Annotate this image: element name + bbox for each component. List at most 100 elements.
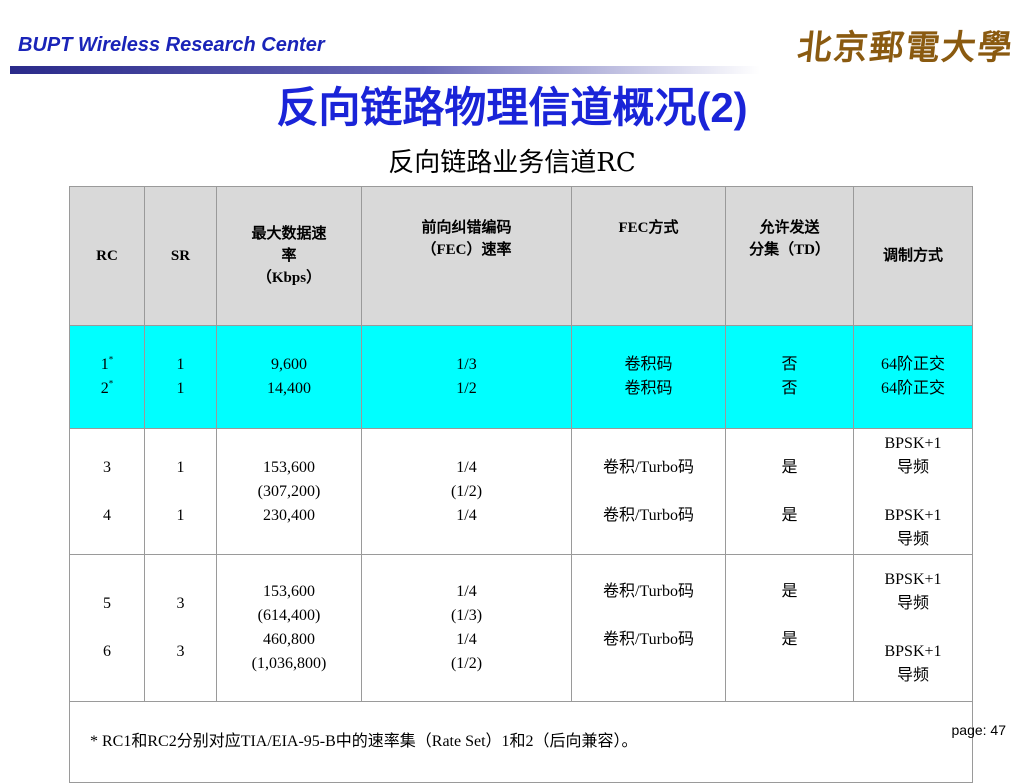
- rate-value: (614,400): [257, 607, 321, 624]
- fec-type-value: 卷积/Turbo码: [603, 631, 694, 648]
- rate-value: 14,400: [267, 380, 311, 397]
- fec-rate-value: 1/3: [456, 356, 477, 373]
- td-value: 是: [781, 506, 798, 524]
- cell-fec-rate: 1/4 (1/2) 1/4: [361, 428, 572, 555]
- rc-value: 2*: [100, 378, 114, 397]
- rc-value: 5: [103, 595, 111, 612]
- page-title-suffix: (2): [696, 84, 748, 131]
- header-tx-diversity: 允许发送 分集（TD）: [725, 186, 854, 326]
- header-fec-rate: 前向纠错编码 （FEC）速率: [361, 186, 572, 326]
- rate-value: 9,600: [271, 356, 307, 373]
- sr-value: 3: [176, 595, 185, 612]
- fec-rate-value: (1/2): [450, 655, 483, 672]
- university-logo: 北京郵電大學: [795, 28, 1016, 68]
- fec-rate-value: 1/4: [456, 631, 477, 648]
- cell-modulation: BPSK+1 导频 BPSK+1 导频: [853, 428, 973, 555]
- header-fec-rate-line1: 前向纠错编码: [421, 220, 512, 236]
- rate-value: 153,600: [263, 458, 315, 476]
- cell-fec-type: 卷积/Turbo码 卷积/Turbo码: [571, 554, 726, 702]
- header-modulation: 调制方式: [853, 186, 973, 326]
- cell-fec-rate: 1/4 (1/3) 1/4 (1/2): [361, 554, 572, 702]
- fec-rate-value: (1/3): [450, 607, 483, 624]
- cell-rc: 5 6: [69, 554, 145, 702]
- rate-value: 230,400: [263, 506, 315, 524]
- header-td-line1: 允许发送: [759, 220, 820, 236]
- modulation-value: BPSK+1: [884, 434, 942, 452]
- rc-value: 3: [103, 458, 111, 476]
- rate-value: 153,600: [263, 583, 315, 600]
- sr-value: 1: [176, 506, 185, 524]
- header-fec-type: FEC方式: [571, 186, 726, 326]
- cell-fec-type: 卷积码 卷积码: [571, 325, 726, 429]
- cell-td: 否 否: [725, 325, 854, 429]
- rc-value: 6: [103, 643, 111, 660]
- table-caption: 反向链路业务信道RC: [388, 148, 636, 178]
- header-max-rate-line2: 率: [281, 248, 297, 264]
- fec-rate-value: 1/4: [456, 506, 477, 524]
- fec-rate-value: 1/4: [456, 583, 477, 600]
- cell-td: 是 是: [725, 428, 854, 555]
- table-row-rc5-rc6: 5 6 3 3 153,600 (614,400) 460,800 (1,036…: [69, 554, 973, 702]
- modulation-value: 导频: [896, 595, 929, 612]
- td-value: 否: [781, 380, 798, 397]
- cell-modulation: 64阶正交 64阶正交: [853, 325, 973, 429]
- header-max-rate-line1: 最大数据速: [251, 226, 327, 242]
- fec-type-value: 卷积码: [624, 380, 673, 397]
- cell-rate: 153,600 (614,400) 460,800 (1,036,800): [216, 554, 362, 702]
- header-divider: [10, 66, 760, 74]
- td-value: 是: [781, 458, 798, 476]
- sr-value: 3: [176, 643, 185, 660]
- modulation-value: BPSK+1: [884, 643, 942, 660]
- rate-value: (307,200): [257, 482, 321, 500]
- sr-value: 1: [176, 458, 185, 476]
- table-row-rc3-rc4: 3 4 1 1 153,600 (307,200) 230,400 1/4 (1…: [69, 428, 973, 555]
- cell-sr: 1 1: [144, 325, 217, 429]
- page-number: page: 47: [951, 722, 1007, 738]
- rate-value: (1,036,800): [251, 655, 327, 672]
- page-title-text: 反向链路物理信道概况: [276, 83, 697, 132]
- cell-rate: 153,600 (307,200) 230,400: [216, 428, 362, 555]
- cell-rate: 9,600 14,400: [216, 325, 362, 429]
- modulation-value: 64阶正交: [880, 380, 945, 397]
- footnote: * RC1和RC2分别对应TIA/EIA-95-B中的速率集（Rate Set）…: [69, 701, 973, 783]
- fec-rate-value: 1/2: [456, 380, 477, 397]
- table-row-rc1-rc2: 1* 2* 1 1 9,600 14,400 1/3 1/2 卷积码 卷积码 否…: [69, 325, 973, 429]
- modulation-value: BPSK+1: [884, 506, 942, 524]
- fec-rate-value: (1/2): [450, 482, 483, 500]
- header-max-rate-line3: （Kbps）: [256, 270, 322, 286]
- header-sr: SR: [144, 186, 217, 326]
- cell-sr: 3 3: [144, 554, 217, 702]
- cell-sr: 1 1: [144, 428, 217, 555]
- td-value: 是: [781, 583, 798, 600]
- modulation-value: 导频: [896, 530, 929, 548]
- org-name: BUPT Wireless Research Center: [18, 34, 325, 56]
- table-header-row: RC SR 最大数据速 率 （Kbps） 前向纠错编码 （FEC）速率 FEC方…: [69, 186, 973, 326]
- page-title: 反向链路物理信道概况(2): [0, 74, 1024, 135]
- cell-fec-rate: 1/3 1/2: [361, 325, 572, 429]
- header-rc: RC: [69, 186, 145, 326]
- sr-value: 1: [176, 356, 185, 373]
- header-td-line2: 分集（TD）: [749, 242, 830, 258]
- fec-rate-value: 1/4: [456, 458, 477, 476]
- rc-value: 1*: [100, 354, 114, 373]
- cell-fec-type: 卷积/Turbo码 卷积/Turbo码: [571, 428, 726, 555]
- rc-value: 4: [103, 506, 111, 524]
- td-value: 是: [781, 631, 798, 648]
- fec-type-value: 卷积/Turbo码: [603, 506, 694, 524]
- sr-value: 1: [176, 380, 185, 397]
- fec-type-value: 卷积码: [624, 356, 673, 373]
- fec-type-value: 卷积/Turbo码: [603, 583, 694, 600]
- rc-table: RC SR 最大数据速 率 （Kbps） 前向纠错编码 （FEC）速率 FEC方…: [69, 186, 973, 783]
- modulation-value: 导频: [896, 667, 929, 684]
- cell-modulation: BPSK+1 导频 BPSK+1 导频: [853, 554, 973, 702]
- cell-rc: 3 4: [69, 428, 145, 555]
- modulation-value: 64阶正交: [880, 356, 945, 373]
- modulation-value: BPSK+1: [884, 571, 942, 588]
- header-fec-rate-line2: （FEC）速率: [421, 242, 512, 258]
- cell-td: 是 是: [725, 554, 854, 702]
- cell-rc: 1* 2*: [69, 325, 145, 429]
- rate-value: 460,800: [263, 631, 315, 648]
- header-max-rate: 最大数据速 率 （Kbps）: [216, 186, 362, 326]
- table-footnote-row: * RC1和RC2分别对应TIA/EIA-95-B中的速率集（Rate Set）…: [69, 701, 973, 783]
- modulation-value: 导频: [896, 458, 929, 476]
